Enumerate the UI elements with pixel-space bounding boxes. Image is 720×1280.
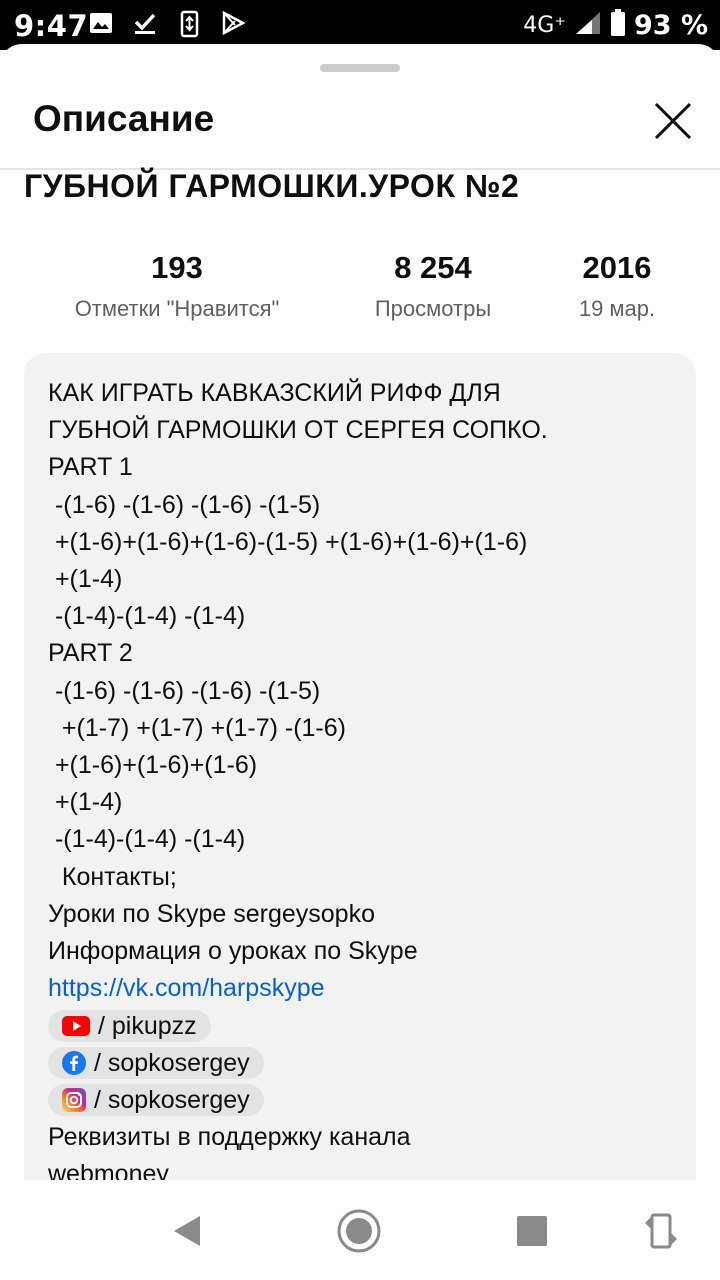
rotate-button[interactable] [638,1208,684,1254]
home-button[interactable] [336,1208,382,1254]
close-icon [654,102,692,140]
recents-icon [517,1216,547,1246]
rotate-icon [645,1213,677,1249]
status-time: 9:47 [14,9,89,43]
play-store-icon [220,10,246,43]
screen-rotate-icon [176,10,202,43]
description-box: КАК ИГРАТЬ КАВКАЗСКИЙ РИФФ ДЛЯ ГУБНОЙ ГА… [24,353,696,1180]
views-label: Просмотры [374,296,492,321]
back-icon [174,1216,200,1246]
description-line: +(1-7) +(1-7) +(1-7) -(1-6) [48,713,346,742]
drag-handle[interactable] [320,64,400,72]
publish-year: 2016 [582,250,652,285]
home-icon [337,1209,381,1253]
description-line: +(1-6)+(1-6)+(1-6)-(1-5) +(1-6)+(1-6)+(1… [48,527,528,556]
description-line: +(1-4) [48,788,123,817]
instagram-chip[interactable]: / sopkosergey [48,1084,264,1117]
signal-icon [574,10,602,41]
description-line: -(1-4)-(1-4) -(1-4) [48,602,246,631]
video-title: ГУБНОЙ ГАРМОШКИ.УРОК №2 [24,168,520,204]
stat-likes: 193 Отметки "Нравится" [62,250,292,322]
close-button[interactable] [646,94,700,148]
facebook-chip[interactable]: / sopkosergey [48,1047,264,1080]
description-line: Реквизиты в поддержку канала [48,1123,411,1152]
description-line: -(1-6) -(1-6) -(1-6) -(1-5) [48,676,321,705]
description-line: Информация о уроках по Skype [48,937,418,966]
battery-percent: 93 % [633,10,708,41]
description-line: -(1-4)-(1-4) -(1-4) [48,825,246,854]
youtube-channel-chip[interactable]: / pikupzz [48,1010,211,1043]
description-line: ГУБНОЙ ГАРМОШКИ ОТ СЕРГЕЯ СОПКО. [48,416,548,445]
battery-icon [610,9,626,42]
views-count: 8 254 [394,250,472,285]
description-sheet: Описание ГУБНОЙ ГАРМОШКИ.УРОК №2 193 Отм… [0,44,720,1180]
youtube-icon [62,1016,90,1037]
back-button[interactable] [164,1208,210,1254]
description-line: +(1-4) [48,565,123,594]
sheet-title: Описание [33,98,215,139]
status-bar: 9:47 4G⁺ 93 % [0,0,720,50]
description-line: +(1-6)+(1-6)+(1-6) [48,751,258,780]
notification-icons [88,10,246,43]
network-type: 4G⁺ [523,13,566,38]
vk-link[interactable]: https://vk.com/harpskype [48,970,688,1007]
facebook-icon [62,1051,86,1076]
description-line: Уроки по Skype sergeysopko [48,899,375,928]
description-line: Контакты; [48,862,177,891]
image-icon [88,10,114,43]
likes-count: 193 [151,250,203,285]
description-line: -(1-6) -(1-6) -(1-6) -(1-5) [48,490,321,519]
download-done-icon [132,10,158,43]
description-line: КАК ИГРАТЬ КАВКАЗСКИЙ РИФФ ДЛЯ [48,379,501,407]
facebook-chip-label: / sopkosergey [94,1048,250,1077]
instagram-chip-label: / sopkosergey [94,1085,250,1114]
publish-date: 19 мар. [578,296,656,321]
recents-button[interactable] [509,1208,555,1254]
stat-views: 8 254 Просмотры [360,250,506,322]
description-line: webmoney [48,1160,169,1180]
instagram-icon [62,1088,86,1113]
description-text: КАК ИГРАТЬ КАВКАЗСКИЙ РИФФ ДЛЯ ГУБНОЙ ГА… [48,375,688,1180]
likes-label: Отметки "Нравится" [74,296,280,321]
description-line: PART 2 [48,639,133,668]
youtube-chip-label: / pikupzz [98,1011,197,1040]
description-line: PART 1 [48,453,133,482]
status-right: 4G⁺ 93 % [523,9,708,42]
stat-date: 2016 19 мар. [570,250,664,322]
system-nav-bar [0,1180,720,1280]
